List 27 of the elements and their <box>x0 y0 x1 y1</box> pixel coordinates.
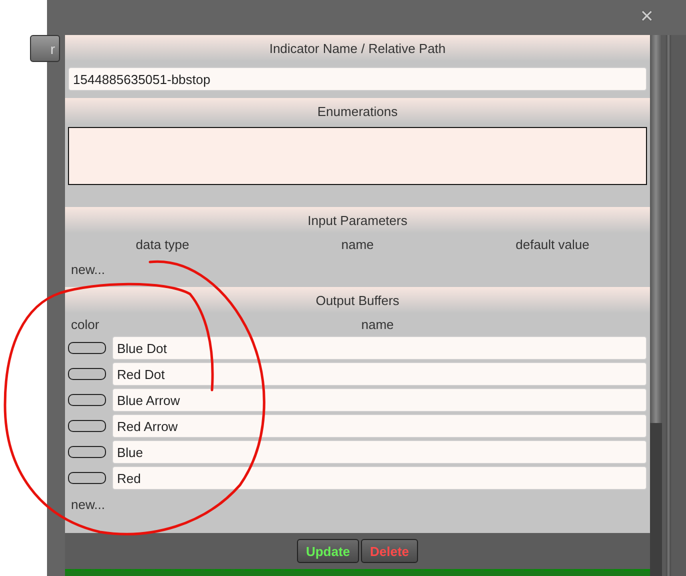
update-button[interactable]: Update <box>296 539 360 563</box>
color-swatch[interactable] <box>68 472 106 484</box>
enumerations-field[interactable] <box>68 127 647 185</box>
buffer-name-field[interactable]: Red Dot <box>112 362 647 386</box>
column-header: data type <box>134 237 190 252</box>
section-header: Output Buffers <box>65 287 650 313</box>
buffer-name-field[interactable]: Red Arrow <box>112 414 647 438</box>
column-header: color <box>71 317 100 332</box>
color-swatch[interactable] <box>68 368 106 380</box>
new-link[interactable]: new... <box>71 497 105 512</box>
column-header: name <box>340 237 375 252</box>
color-swatch[interactable] <box>68 342 106 354</box>
color-swatch[interactable] <box>68 446 106 458</box>
new-link[interactable]: new... <box>71 262 105 277</box>
color-swatch[interactable] <box>68 394 106 406</box>
buffer-name-field[interactable]: Blue Arrow <box>112 388 647 412</box>
column-header: name <box>360 317 395 332</box>
buffer-name-field[interactable]: Red <box>112 466 647 490</box>
section-header: Enumerations <box>65 98 650 124</box>
buffer-name-field[interactable]: Blue <box>112 440 647 464</box>
section-header: Indicator Name / Relative Path <box>65 35 650 61</box>
name-field[interactable]: 1544885635051-bbstop <box>68 67 647 91</box>
buffer-name-field[interactable]: Blue Dot <box>112 336 647 360</box>
color-swatch[interactable] <box>68 420 106 432</box>
column-header: default value <box>514 237 590 252</box>
section-header: Input Parameters <box>65 207 650 233</box>
scrollbar[interactable] <box>650 35 662 576</box>
